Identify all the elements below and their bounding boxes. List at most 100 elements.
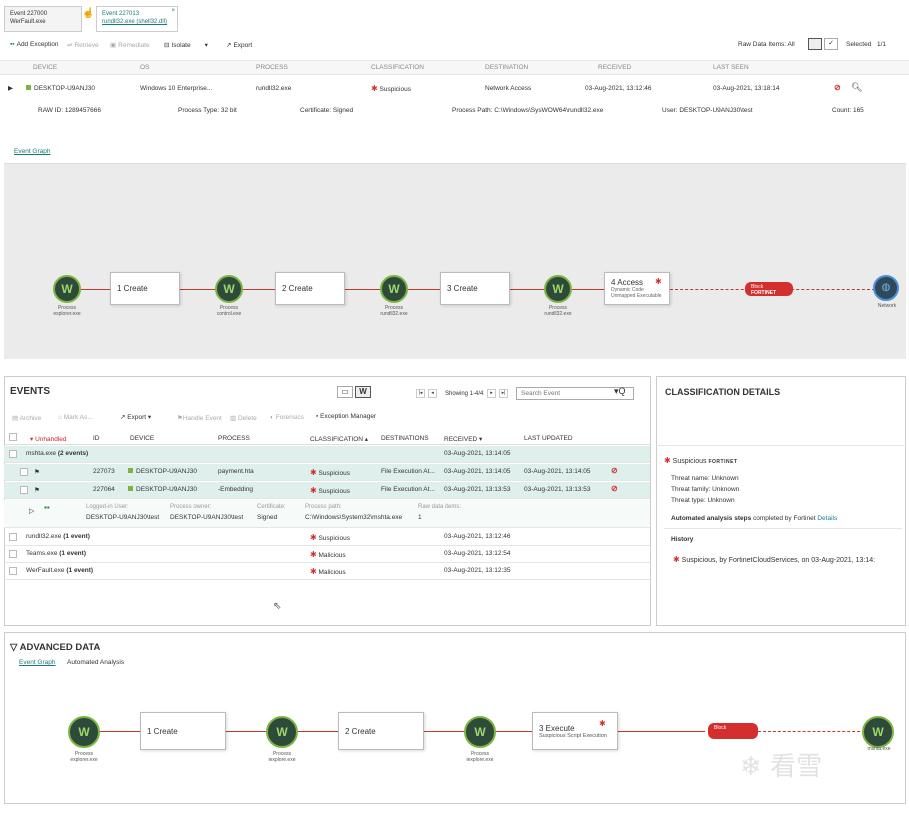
execute-box[interactable]: 3 Execute Suspicious Script Execution ✱ (532, 712, 618, 750)
bug-icon: ✱ (371, 84, 378, 93)
label: Retrieve (74, 41, 99, 49)
group-row[interactable]: Teams.exe (1 event) ✱ Malicious 03-Aug-2… (4, 546, 650, 563)
last-page-icon[interactable]: ▸| (499, 389, 508, 398)
group-row[interactable]: mshta.exe (2 events) 03-Aug-2021, 13:14:… (4, 446, 650, 463)
classification: ✱ Suspicious (310, 533, 350, 542)
col-unhandled[interactable]: ▾ Unhandled (30, 435, 67, 443)
block-icon[interactable]: ⊘ (611, 466, 618, 475)
remediate-button[interactable]: ▣ Remediate (110, 41, 150, 50)
tab-event-227013[interactable]: Event 227013 rundll32.exe (shell32.dll) … (96, 6, 178, 32)
flag-icon[interactable]: ⚑ (34, 468, 40, 476)
prev-page-icon[interactable]: ◂ (428, 389, 437, 398)
exception-manager-button[interactable]: ▪ Exception Manager (316, 413, 376, 420)
label: 2 Create (345, 726, 376, 736)
process-node[interactable]: W (266, 716, 298, 748)
row-checkbox[interactable] (9, 450, 17, 458)
step-box[interactable]: 3 Create (440, 272, 510, 305)
table-row[interactable]: ⚑ 227064 DESKTOP-U9ANJ30 -Embedding ✱ Su… (4, 482, 650, 499)
export-button[interactable]: ↗ Export (226, 41, 253, 50)
process-node[interactable]: W (380, 275, 408, 303)
device: DESKTOP-U9ANJ30 (128, 486, 197, 493)
col-received[interactable]: RECEIVED ▾ (444, 435, 482, 443)
isolate-button[interactable]: ⊟ Isolate ▾ (164, 41, 208, 50)
process-node[interactable]: W (53, 275, 81, 303)
automated-analysis: Automated analysis steps completed by Fo… (671, 515, 837, 522)
access-box[interactable]: 4 Access Dynamic Code Unmapped Executabl… (604, 272, 670, 305)
node-label: Process rundll32.exe (531, 305, 585, 317)
graph-view-icon[interactable]: W (355, 386, 371, 398)
col-classification[interactable]: CLASSIFICATION ▴ (310, 435, 368, 443)
process-node[interactable]: W (862, 716, 894, 748)
step-box[interactable]: 1 Create (110, 272, 180, 305)
next-page-icon[interactable]: ▸ (487, 389, 496, 398)
step-box[interactable]: 2 Create (275, 272, 345, 305)
classification: ✱ Malicious (310, 567, 346, 576)
grid-view-icon[interactable] (808, 38, 822, 50)
raw-value: 1 (418, 514, 422, 521)
close-icon[interactable]: × (171, 7, 175, 15)
node-label: Process rundll32.exe (367, 305, 421, 317)
process: payment.hta (218, 468, 254, 475)
process-path: Process Path: C:\Windows\SysWOW64\rundll… (452, 107, 604, 114)
row-checkbox[interactable] (9, 550, 17, 558)
list-view-icon[interactable]: ▭ (337, 386, 353, 398)
label: 1/1 (877, 41, 887, 48)
process-node[interactable]: W (68, 716, 100, 748)
advanced-title[interactable]: ▽ ADVANCED DATA (10, 642, 100, 653)
add-exception-button[interactable]: ▪▪ Add Exception (10, 41, 59, 48)
forensics-button[interactable]: ◐ Forensics (270, 414, 304, 421)
check-view-icon[interactable]: ✓ (824, 38, 838, 50)
node-label: Process iexplore.exe (254, 751, 310, 763)
tab-title: Event 227013 (102, 11, 140, 17)
tab-event-graph[interactable]: Event Graph (19, 659, 56, 666)
archive-button[interactable]: ▤ Archive (12, 414, 41, 422)
label: Isolate (171, 41, 191, 49)
handle-event-button[interactable]: ⚑Handle Event (177, 414, 222, 422)
fortinet-block-badge: Block (708, 723, 758, 739)
label: Remediate (118, 41, 150, 49)
step-box[interactable]: 1 Create (140, 712, 226, 750)
value: DESKTOP-U9ANJ30 (136, 468, 197, 475)
first-page-icon[interactable]: |◂ (416, 389, 425, 398)
raw-id: RAW ID: 1289457666 (38, 107, 101, 114)
expand-icon[interactable]: ▷ (29, 507, 34, 515)
mark-as-button[interactable]: ⌂ Mark As... (58, 414, 93, 421)
process-node[interactable]: W (544, 275, 572, 303)
network-globe-icon[interactable]: ◍ (873, 275, 899, 301)
row-checkbox[interactable] (20, 486, 28, 494)
delete-button[interactable]: ▥ Delete (230, 414, 257, 422)
l2: iexplore.exe (268, 757, 296, 763)
row-checkbox[interactable] (9, 533, 17, 541)
details-link[interactable]: Details (817, 515, 837, 522)
flag-icon[interactable]: ⚑ (34, 486, 40, 494)
process-node[interactable]: W (215, 275, 243, 303)
bug-icon: ✱ (310, 533, 317, 542)
process-node[interactable]: W (464, 716, 496, 748)
table-row[interactable]: ⚑ 227073 DESKTOP-U9ANJ30 payment.hta ✱ S… (4, 464, 650, 481)
col-device: DEVICE (130, 435, 155, 442)
block-icon[interactable]: ⊘ (611, 484, 618, 493)
label: Add Exception (16, 41, 59, 48)
tab-event-227000[interactable]: Event 227000 WerFault.exe (4, 6, 82, 32)
rest: completed by Fortinet (753, 515, 816, 522)
destination: File Execution At... (381, 468, 435, 475)
row-checkbox[interactable] (9, 567, 17, 575)
label: Export (233, 41, 253, 49)
group-row[interactable]: WerFault.exe (1 event) ✱ Malicious 03-Au… (4, 563, 650, 580)
label: 看雪 (770, 752, 823, 782)
search-icon[interactable]: ▾Q (614, 386, 626, 397)
event-graph-tab[interactable]: Event Graph (14, 148, 51, 155)
retrieve-button[interactable]: ⇌ Retrieve (67, 41, 99, 50)
block-icon[interactable]: ⊘ (834, 83, 841, 92)
row-checkbox[interactable] (20, 468, 28, 476)
step-box[interactable]: 2 Create (338, 712, 424, 750)
select-all-checkbox[interactable] (9, 433, 17, 441)
expand-icon[interactable]: ▶ (8, 84, 13, 92)
tab-automated-analysis[interactable]: Automated Analysis (67, 659, 124, 666)
group-row[interactable]: rundll32.exe (1 event) ✱ Suspicious 03-A… (4, 529, 650, 546)
export-button[interactable]: ↗ Export ▾ (120, 413, 151, 421)
count: (1 event) (66, 567, 94, 574)
investigate-icon[interactable]: 🔍︎ (851, 82, 862, 93)
process: -Embedding (218, 486, 254, 493)
node-label: Process explorer.exe (56, 751, 112, 763)
